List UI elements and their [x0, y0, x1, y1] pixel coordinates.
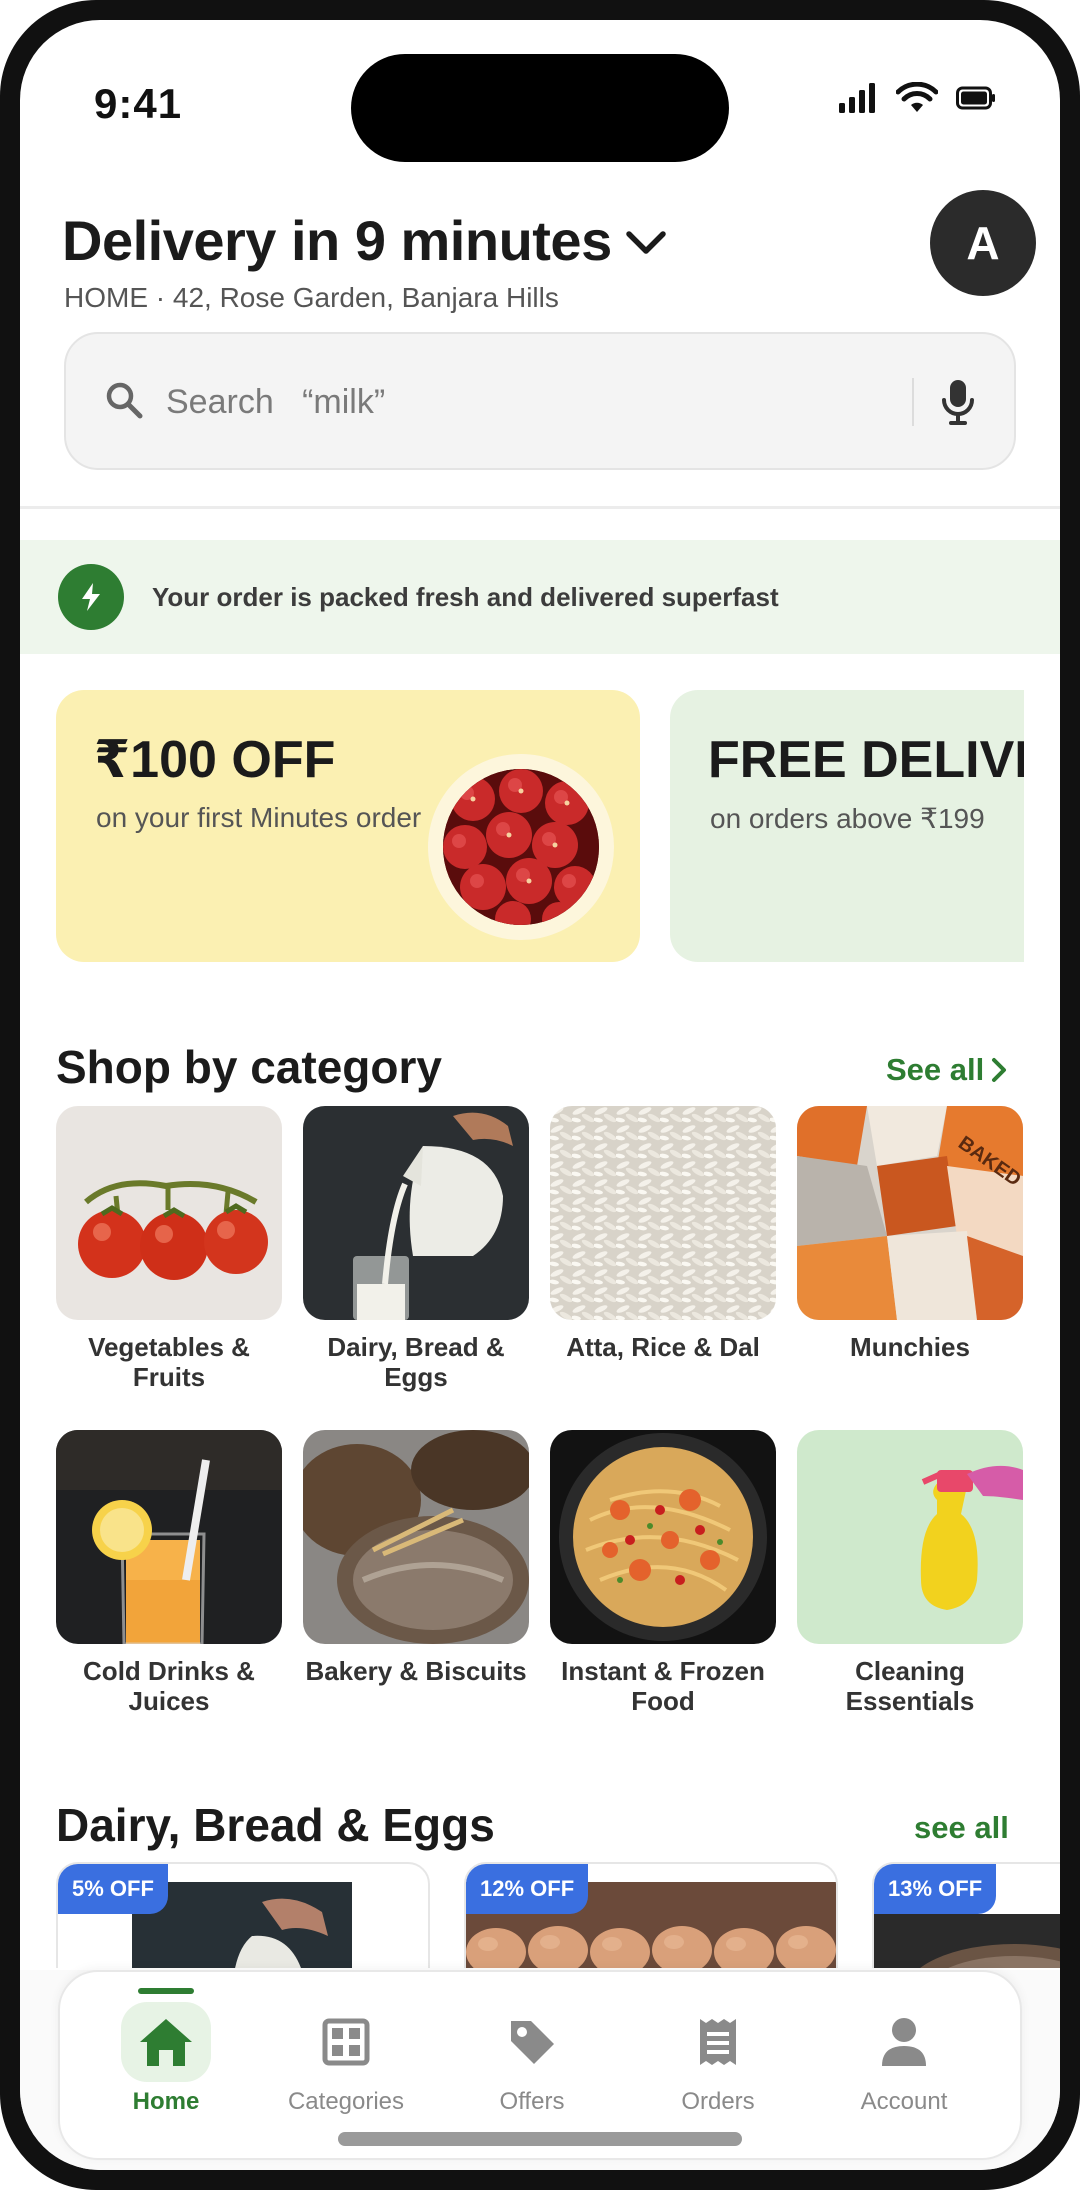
microphone-icon[interactable]: [940, 378, 976, 426]
header-divider: [20, 506, 1060, 509]
dairy-see-all-link[interactable]: see all: [914, 1810, 1009, 1846]
active-tab-indicator: [138, 1988, 194, 1994]
category-munchies[interactable]: BAKED Munchies: [797, 1106, 1023, 1362]
orange-juice-image: [56, 1430, 282, 1644]
wifi-icon: [896, 82, 938, 112]
product-card[interactable]: 12% OFF: [464, 1862, 838, 1968]
category-dairy-bread-eggs[interactable]: Dairy, Bread & Eggs: [303, 1106, 529, 1392]
delivery-title: Delivery in 9 minutes: [62, 209, 612, 272]
promo-carousel[interactable]: ₹100 OFF on your first Minutes order FRE…: [56, 690, 1024, 964]
search-divider: [912, 378, 914, 426]
chevron-right-icon: [992, 1058, 1007, 1082]
profile-avatar[interactable]: A: [930, 190, 1036, 296]
chips-packets-image: BAKED: [797, 1106, 1023, 1320]
milk-pour-image: [303, 1106, 529, 1320]
category-cold-drinks-juices[interactable]: Cold Drinks & Juices: [56, 1430, 282, 1716]
battery-icon: [956, 86, 995, 110]
promo-subtitle: on orders above ₹199: [710, 803, 985, 834]
lightning-icon: [82, 583, 100, 611]
category-see-all-link[interactable]: See all: [886, 1052, 1008, 1088]
product-card[interactable]: 5% OFF: [56, 1862, 430, 1968]
see-all-label: see all: [914, 1810, 1009, 1845]
nav-label: Home: [132, 2088, 200, 2115]
discount-badge: 13% OFF: [874, 1864, 997, 1914]
category-label: Instant & Frozen Food: [561, 1656, 765, 1716]
category-instant-frozen-food[interactable]: Instant & Frozen Food: [550, 1430, 776, 1716]
app-screen: 9:41 Delivery in 9 minutes HOME · 42, Ro…: [20, 20, 1060, 2170]
discount-badge: 12% OFF: [466, 1864, 589, 1914]
delivery-header: Delivery in 9 minutes HOME · 42, Rose Ga…: [62, 190, 1036, 330]
delivery-address[interactable]: HOME · 42, Rose Garden, Banjara Hills: [64, 282, 559, 314]
info-banner: Your order is packed fresh and delivered…: [20, 540, 1060, 654]
phone-frame: 9:41 Delivery in 9 minutes HOME · 42, Ro…: [0, 0, 1080, 2190]
status-bar: 9:41: [20, 20, 1060, 170]
discount-badge: 5% OFF: [58, 1864, 168, 1914]
promo-title: FREE DELIVERY: [708, 731, 1024, 789]
category-label: Bakery & Biscuits: [305, 1656, 527, 1686]
search-icon: [106, 382, 143, 419]
home-icon: [140, 2019, 192, 2066]
nav-home[interactable]: Home: [76, 1972, 256, 2122]
nav-label: Orders: [681, 2088, 755, 2115]
info-banner-text: Your order is packed fresh and delivered…: [152, 582, 779, 612]
search-bar[interactable]: [64, 332, 1016, 470]
nav-offers[interactable]: Offers: [442, 1972, 622, 2122]
nav-label: Account: [860, 2088, 948, 2115]
delivery-time-selector[interactable]: Delivery in 9 minutes: [62, 208, 668, 273]
rice-image: [550, 1106, 776, 1320]
noodles-pan-image: [550, 1430, 776, 1644]
spray-bottle-image: [797, 1430, 1023, 1644]
dairy-section-title: Dairy, Bread & Eggs: [56, 1799, 495, 1851]
nav-label: Categories: [287, 2088, 405, 2115]
apples-image: [428, 754, 614, 940]
bread-image: [303, 1430, 529, 1644]
category-cleaning-essentials[interactable]: Cleaning Essentials: [797, 1430, 1023, 1716]
category-label: Munchies: [850, 1332, 970, 1362]
home-indicator[interactable]: [338, 2132, 742, 2146]
category-label: Vegetables & Fruits: [88, 1332, 250, 1392]
promo-card-free-delivery[interactable]: FREE DELIVERY on orders above ₹199: [670, 690, 1024, 962]
see-all-label: See all: [886, 1052, 985, 1087]
status-time: 9:41: [94, 80, 183, 127]
promo-card-100-off[interactable]: ₹100 OFF on your first Minutes order: [56, 690, 640, 962]
chevron-down-icon: [625, 230, 666, 254]
nav-label: Offers: [499, 2088, 565, 2115]
category-bakery-biscuits[interactable]: Bakery & Biscuits: [303, 1430, 529, 1686]
promo-subtitle: on your first Minutes order: [96, 802, 422, 833]
status-icons: [838, 82, 996, 114]
dairy-product-carousel[interactable]: 5% OFF 12% OFF 13% OFF: [56, 1862, 1060, 1968]
receipt-icon: [700, 2019, 736, 2065]
bolt-badge: [58, 564, 124, 630]
nav-account[interactable]: Account: [814, 1972, 994, 2122]
category-label: Cold Drinks & Juices: [83, 1656, 255, 1716]
cellular-signal-icon: [839, 83, 875, 113]
grid-icon: [322, 2018, 370, 2066]
product-card[interactable]: 13% OFF: [872, 1862, 1060, 1968]
tomatoes-image: [56, 1106, 282, 1320]
person-icon: [882, 2018, 926, 2066]
category-atta-rice-dal[interactable]: Atta, Rice & Dal: [550, 1106, 776, 1362]
nav-categories[interactable]: Categories: [256, 1972, 436, 2122]
search-input[interactable]: [166, 370, 866, 434]
category-label: Cleaning Essentials: [845, 1656, 975, 1716]
category-label: Atta, Rice & Dal: [566, 1332, 760, 1362]
shop-by-category-title: Shop by category: [56, 1041, 442, 1093]
dynamic-island: [351, 54, 729, 162]
promo-title: ₹100 OFF: [94, 731, 336, 789]
nav-orders[interactable]: Orders: [628, 1972, 808, 2122]
category-vegetables-fruits[interactable]: Vegetables & Fruits: [56, 1106, 282, 1392]
category-label: Dairy, Bread & Eggs: [327, 1332, 505, 1392]
tag-icon: [511, 2021, 554, 2064]
